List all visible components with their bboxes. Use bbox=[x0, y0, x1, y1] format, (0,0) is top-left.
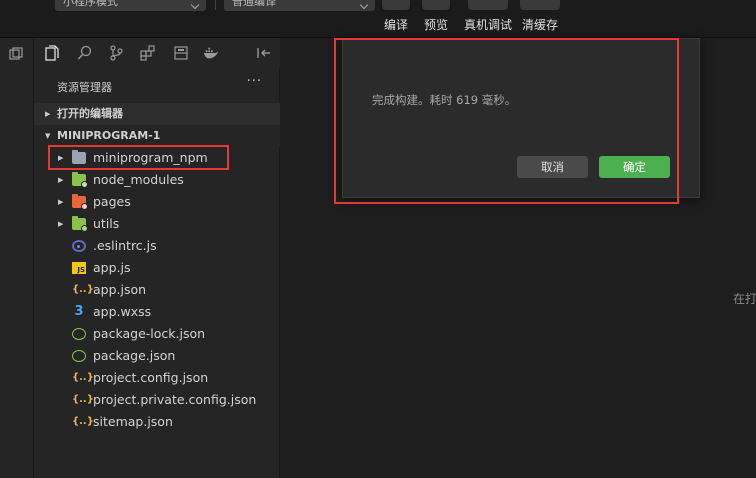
tree-item-app-wxss[interactable]: 3 app.wxss bbox=[34, 301, 280, 323]
sidebar-tool-icons bbox=[34, 38, 280, 68]
json-file-icon: {..} bbox=[72, 394, 94, 405]
collapse-panel-icon[interactable] bbox=[256, 45, 272, 61]
source-control-icon[interactable] bbox=[108, 45, 124, 61]
node-modules-folder-icon bbox=[72, 172, 88, 188]
refresh-icon bbox=[382, 0, 410, 10]
editor-hint-text: 在打 bbox=[733, 292, 756, 306]
preview-button[interactable]: 预览 bbox=[416, 0, 456, 38]
eslint-icon bbox=[72, 240, 86, 252]
activity-bar-left bbox=[0, 38, 34, 478]
chevron-right-icon: ▶ bbox=[58, 220, 64, 228]
tree-item-package-json[interactable]: package.json bbox=[34, 345, 280, 367]
tree-item-label: app.wxss bbox=[93, 304, 152, 319]
tree-item-sitemap-json[interactable]: {..} sitemap.json bbox=[34, 411, 280, 433]
explorer-title: 资源管理器 bbox=[57, 81, 112, 94]
top-toolbar: 小程序模式 普通编译 编译 预览 真机调试 清缓存 bbox=[0, 0, 756, 38]
layers-icon bbox=[520, 0, 560, 10]
tree-item-eslintrc[interactable]: .eslintrc.js bbox=[34, 235, 280, 257]
tree-item-package-lock-json[interactable]: package-lock.json bbox=[34, 323, 280, 345]
remote-debug-button[interactable]: 真机调试 bbox=[460, 0, 516, 38]
window-icon[interactable] bbox=[8, 46, 24, 62]
eye-icon bbox=[422, 0, 450, 10]
remote-debug-label: 真机调试 bbox=[463, 18, 512, 32]
tree-item-label: project.private.config.json bbox=[93, 392, 257, 407]
clear-cache-button[interactable]: 清缓存 bbox=[518, 0, 562, 38]
pages-folder-icon bbox=[72, 194, 88, 210]
tree-item-utils[interactable]: ▶ utils bbox=[34, 213, 280, 235]
tree-item-project-config-json[interactable]: {..} project.config.json bbox=[34, 367, 280, 389]
toolbar-divider bbox=[215, 0, 216, 10]
tree-item-label: app.json bbox=[93, 282, 147, 297]
tree-item-label: package.json bbox=[93, 348, 176, 363]
project-label: MINIPROGRAM-1 bbox=[57, 129, 161, 142]
tree-item-label: sitemap.json bbox=[93, 414, 173, 429]
search-icon[interactable] bbox=[77, 45, 93, 61]
utils-folder-icon bbox=[72, 216, 88, 232]
tree-item-app-js[interactable]: JS app.js bbox=[34, 257, 280, 279]
compile-select[interactable]: 普通编译 bbox=[224, 0, 375, 11]
tree-item-pages[interactable]: ▶ pages bbox=[34, 191, 280, 213]
tree-item-label: utils bbox=[93, 216, 120, 231]
open-editors-label: 打开的编辑器 bbox=[57, 107, 123, 120]
tree-item-node-modules[interactable]: ▶ node_modules bbox=[34, 169, 280, 191]
clear-cache-label: 清缓存 bbox=[521, 18, 558, 32]
js-file-icon: JS bbox=[72, 262, 86, 274]
tree-item-label: package-lock.json bbox=[93, 326, 206, 341]
project-section[interactable]: ▼ MINIPROGRAM-1 bbox=[34, 125, 280, 147]
tree-item-label: app.js bbox=[93, 260, 131, 275]
tree-item-label: pages bbox=[93, 194, 131, 209]
tree-item-label: project.config.json bbox=[93, 370, 209, 385]
compile-label: 编译 bbox=[383, 18, 408, 32]
node-json-icon bbox=[72, 350, 86, 362]
chevron-right-icon: ▶ bbox=[58, 198, 64, 206]
files-icon[interactable] bbox=[44, 45, 60, 61]
bug-icon bbox=[468, 0, 508, 10]
extensions-icon[interactable] bbox=[140, 45, 156, 61]
mode-select[interactable]: 小程序模式 bbox=[55, 0, 206, 11]
docker-icon[interactable] bbox=[203, 45, 219, 61]
tree-item-app-json[interactable]: {..} app.json bbox=[34, 279, 280, 301]
preview-label: 预览 bbox=[423, 18, 448, 32]
chevron-down-icon: ▼ bbox=[45, 132, 51, 140]
chevron-right-icon: ▶ bbox=[58, 176, 64, 184]
tree-item-label: .eslintrc.js bbox=[93, 238, 157, 253]
json-file-icon: {..} bbox=[72, 372, 94, 383]
node-json-icon bbox=[72, 328, 86, 340]
open-editors-section[interactable]: ▶ 打开的编辑器 bbox=[34, 103, 280, 125]
storage-icon[interactable] bbox=[173, 45, 189, 61]
json-file-icon: {..} bbox=[72, 284, 94, 295]
explorer-panel: 资源管理器 ··· ▶ 打开的编辑器 ▼ MINIPROGRAM-1 ▶ min… bbox=[34, 68, 280, 478]
annotation-highlight-dialog bbox=[334, 38, 679, 204]
chevron-right-icon: ▶ bbox=[45, 110, 51, 118]
more-actions-icon[interactable]: ··· bbox=[247, 74, 262, 89]
json-file-icon: {..} bbox=[72, 416, 94, 427]
tree-item-project-private-config-json[interactable]: {..} project.private.config.json bbox=[34, 389, 280, 411]
css-file-icon: 3 bbox=[74, 304, 84, 319]
compile-button[interactable]: 编译 bbox=[376, 0, 416, 38]
annotation-highlight-npm bbox=[48, 145, 229, 170]
tree-item-label: node_modules bbox=[93, 172, 184, 187]
explorer-header: 资源管理器 ··· bbox=[34, 68, 280, 102]
